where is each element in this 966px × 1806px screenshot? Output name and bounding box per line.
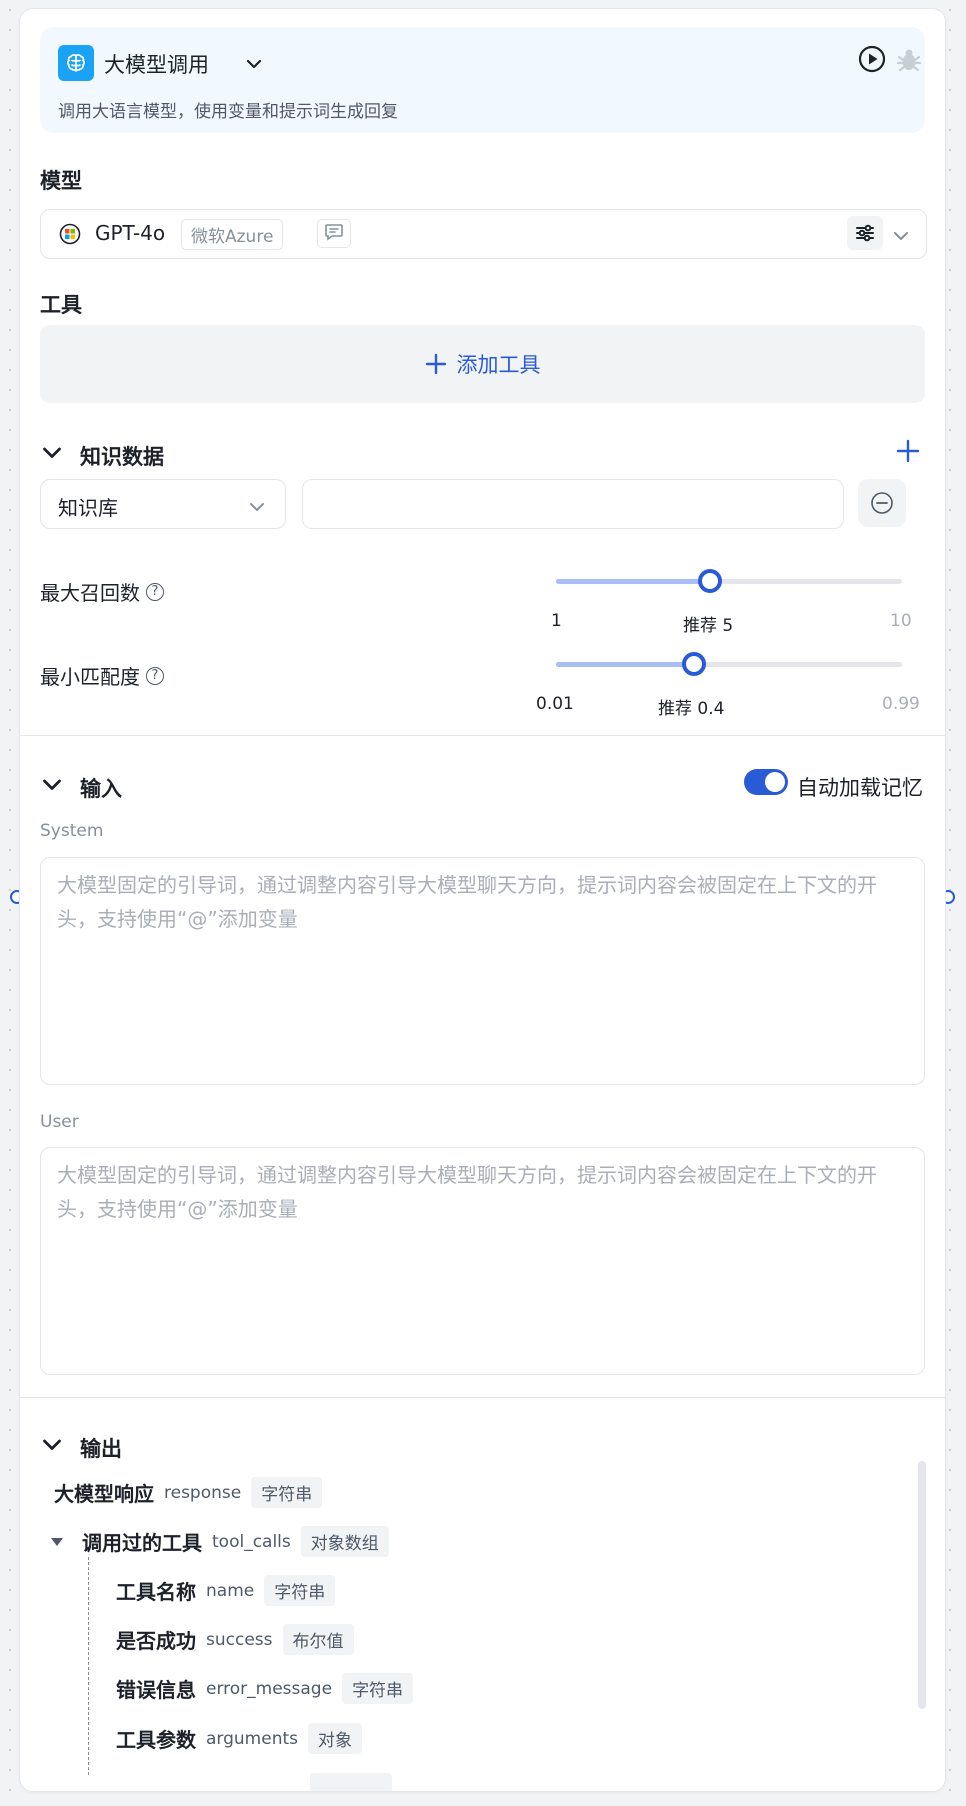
max-recall-slider[interactable]: [556, 569, 902, 593]
type-tag: 对象数组: [300, 1526, 389, 1557]
memory-toggle-label: 自动加载记忆: [797, 776, 923, 800]
play-circle-icon[interactable]: [858, 45, 886, 77]
help-icon[interactable]: ?: [146, 666, 164, 685]
chevron-down-icon[interactable]: [246, 55, 262, 74]
slider-fill: [556, 579, 710, 584]
slider-max-label: 10: [890, 611, 912, 631]
slider-recommended-label: 推荐 0.4: [658, 699, 725, 719]
output-child-row: 错误信息 error_message 字符串: [116, 1673, 414, 1704]
output-child-row: 是否成功 success 布尔值: [116, 1624, 354, 1655]
model-logo-icon: [59, 223, 81, 249]
knowledge-source-value: 知识库: [58, 496, 118, 520]
chevron-down-icon[interactable]: [42, 445, 62, 464]
user-prompt-textarea[interactable]: 大模型固定的引导词，通过调整内容引导大模型聊天方向，提示词内容会被固定在上下文的…: [40, 1147, 925, 1375]
system-prompt-textarea[interactable]: 大模型固定的引导词，通过调整内容引导大模型聊天方向，提示词内容会被固定在上下文的…: [40, 857, 925, 1085]
add-tool-label: 添加工具: [456, 353, 541, 377]
node-title[interactable]: 大模型调用: [104, 49, 209, 79]
slider-min-label: 0.01: [536, 694, 574, 714]
add-tool-button[interactable]: 添加工具: [40, 325, 925, 403]
output-field-key: arguments: [206, 1728, 298, 1749]
output-scrollbar[interactable]: [918, 1461, 926, 1709]
output-field-name: 错误信息: [116, 1678, 196, 1702]
section-divider: [20, 1397, 945, 1398]
knowledge-section-title: 知识数据: [80, 445, 164, 469]
brain-icon: [58, 45, 94, 81]
slider-fill: [556, 662, 694, 667]
max-recall-label-group: 最大召回数 ?: [40, 577, 164, 606]
chevron-down-icon[interactable]: [893, 227, 909, 246]
output-field-key: response: [164, 1482, 242, 1503]
user-prompt-label: User: [40, 1112, 79, 1132]
type-tag: 布尔值: [282, 1624, 354, 1655]
type-tag: 字符串: [342, 1673, 414, 1704]
model-selector[interactable]: GPT-4o 微软Azure: [40, 209, 927, 259]
remove-knowledge-button[interactable]: [858, 479, 906, 527]
max-recall-label: 最大召回数: [40, 581, 140, 605]
output-section-title: 输出: [80, 1437, 122, 1461]
provider-tag: 微软Azure: [181, 219, 284, 250]
type-tag: 对象: [308, 1723, 362, 1754]
node-header: 大模型调用 调用大语言模型，使用变量和提示词生成回复: [40, 27, 925, 133]
help-icon[interactable]: ?: [146, 582, 164, 601]
slider-recommended-label: 推荐 5: [683, 616, 734, 636]
slider-thumb[interactable]: [681, 652, 706, 676]
input-section-title: 输入: [80, 777, 122, 801]
output-field-key: name: [206, 1580, 255, 1601]
output-field-row[interactable]: 调用过的工具 tool_calls 对象数组: [50, 1526, 389, 1557]
plus-icon: [425, 353, 447, 375]
type-tag: 字符串: [251, 1477, 323, 1508]
output-field-key: success: [206, 1629, 273, 1650]
section-divider: [20, 735, 945, 736]
system-prompt-placeholder: 大模型固定的引导词，通过调整内容引导大模型聊天方向，提示词内容会被固定在上下文的…: [57, 873, 877, 931]
slider-max-label: 0.99: [882, 694, 920, 714]
add-knowledge-plus-icon[interactable]: [896, 439, 920, 467]
slider-min-label: 1: [551, 611, 562, 631]
min-match-label-group: 最小匹配度 ?: [40, 661, 164, 690]
output-field-key: tool_calls: [212, 1531, 291, 1552]
user-prompt-placeholder: 大模型固定的引导词，通过调整内容引导大模型聊天方向，提示词内容会被固定在上下文的…: [57, 1163, 877, 1221]
output-field-key: error_message: [206, 1678, 333, 1699]
output-field-name: 是否成功: [116, 1629, 196, 1653]
system-prompt-label: System: [40, 821, 104, 841]
minus-circle-icon: [870, 491, 894, 515]
caret-down-icon[interactable]: [50, 1537, 64, 1547]
memory-toggle[interactable]: [744, 769, 788, 795]
bug-icon[interactable]: [896, 47, 922, 77]
output-field-name: 大模型响应: [54, 1482, 154, 1506]
output-child-row: 工具名称 name 字符串: [116, 1575, 336, 1606]
type-tag: 字符串: [264, 1575, 336, 1606]
chevron-down-icon[interactable]: [42, 777, 62, 796]
chat-bubble-icon: [317, 219, 351, 248]
min-match-label: 最小匹配度: [40, 665, 140, 689]
llm-node-card: 大模型调用 调用大语言模型，使用变量和提示词生成回复 模型 GPT-4o 微软A…: [19, 8, 946, 1792]
min-match-slider[interactable]: [556, 652, 902, 676]
sliders-icon[interactable]: [847, 216, 883, 250]
node-description: 调用大语言模型，使用变量和提示词生成回复: [58, 102, 398, 122]
output-field-name: 工具名称: [116, 1580, 196, 1604]
knowledge-base-input[interactable]: [302, 479, 844, 529]
model-section-title: 模型: [40, 169, 82, 193]
chevron-down-icon: [249, 498, 265, 517]
toggle-knob: [765, 772, 785, 792]
tools-section-title: 工具: [40, 293, 82, 317]
output-field-name: 工具参数: [116, 1728, 196, 1752]
chevron-down-icon[interactable]: [42, 1437, 62, 1456]
tree-connector-line: [88, 1557, 89, 1775]
model-name: GPT-4o: [95, 221, 166, 245]
slider-thumb[interactable]: [697, 569, 722, 593]
knowledge-source-select[interactable]: 知识库: [40, 479, 286, 529]
output-child-row: 工具参数 arguments 对象: [116, 1723, 362, 1754]
output-field-name: 调用过的工具: [82, 1531, 202, 1555]
partially-hidden-tag: [310, 1773, 392, 1791]
output-field-row: 大模型响应 response 字符串: [54, 1477, 323, 1508]
